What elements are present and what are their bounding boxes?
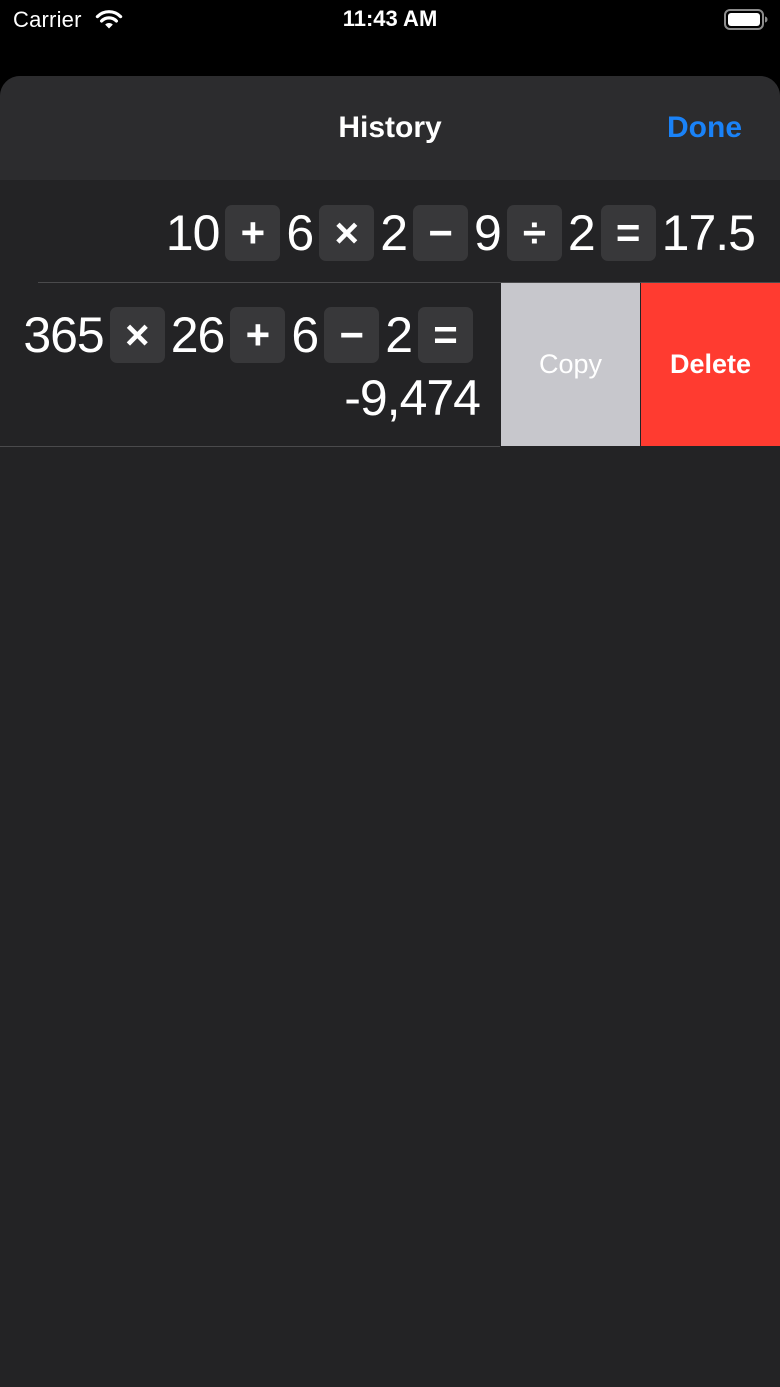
number-token: 26 <box>170 307 226 363</box>
operator-token: + <box>225 205 281 261</box>
history-expression: 10 +6 × 2−9 ÷ 2 = 17.5 <box>163 204 758 262</box>
copy-button[interactable]: Copy <box>501 283 640 446</box>
number-token: 17.5 <box>661 205 756 261</box>
operator-token: = <box>600 205 656 261</box>
number-token: 10 <box>165 205 221 261</box>
nav-title: History <box>338 111 442 144</box>
history-result: -9,474 <box>344 370 481 426</box>
operator-token: ÷ <box>506 205 562 261</box>
number-token: 2 <box>385 307 413 363</box>
operator-token: + <box>230 307 286 363</box>
operator-token: × <box>109 307 165 363</box>
operator-token: = <box>418 307 473 363</box>
delete-button[interactable]: Delete <box>641 283 780 446</box>
number-token: 2 <box>567 205 596 261</box>
number-token: 365 <box>23 307 104 363</box>
done-button[interactable]: Done <box>667 111 742 145</box>
operator-token: − <box>324 307 380 363</box>
delete-label: Delete <box>669 349 752 379</box>
status-time: 11:43 AM <box>342 6 438 31</box>
status-bar: Carrier 11:43 AM <box>0 0 780 40</box>
nav-bar: History Done <box>0 76 780 180</box>
history-sheet: History Done 10 +6 × 2−9 ÷ 2 = 17.5 365 × 26 +6−2 =… <box>0 76 780 1387</box>
history-expression: 365 × 26 +6−2 = <box>20 306 476 364</box>
history-row-swiped[interactable]: 365 × 26 +6−2 = -9,474 Copy Delete <box>0 283 780 446</box>
row-separator <box>0 446 500 447</box>
operator-token: − <box>413 205 469 261</box>
number-token: 6 <box>286 205 314 261</box>
number-token: 9 <box>474 205 502 261</box>
number-token: 6 <box>291 307 319 363</box>
screen: Carrier 11:43 AM History Done 10 +6 × 2−9 ÷ 2… <box>0 0 780 1387</box>
battery-icon <box>724 9 768 30</box>
number-token: 2 <box>380 205 408 261</box>
history-row[interactable]: 10 +6 × 2−9 ÷ 2 = 17.5 <box>0 180 780 282</box>
copy-label: Copy <box>538 349 603 379</box>
operator-token: × <box>319 205 375 261</box>
